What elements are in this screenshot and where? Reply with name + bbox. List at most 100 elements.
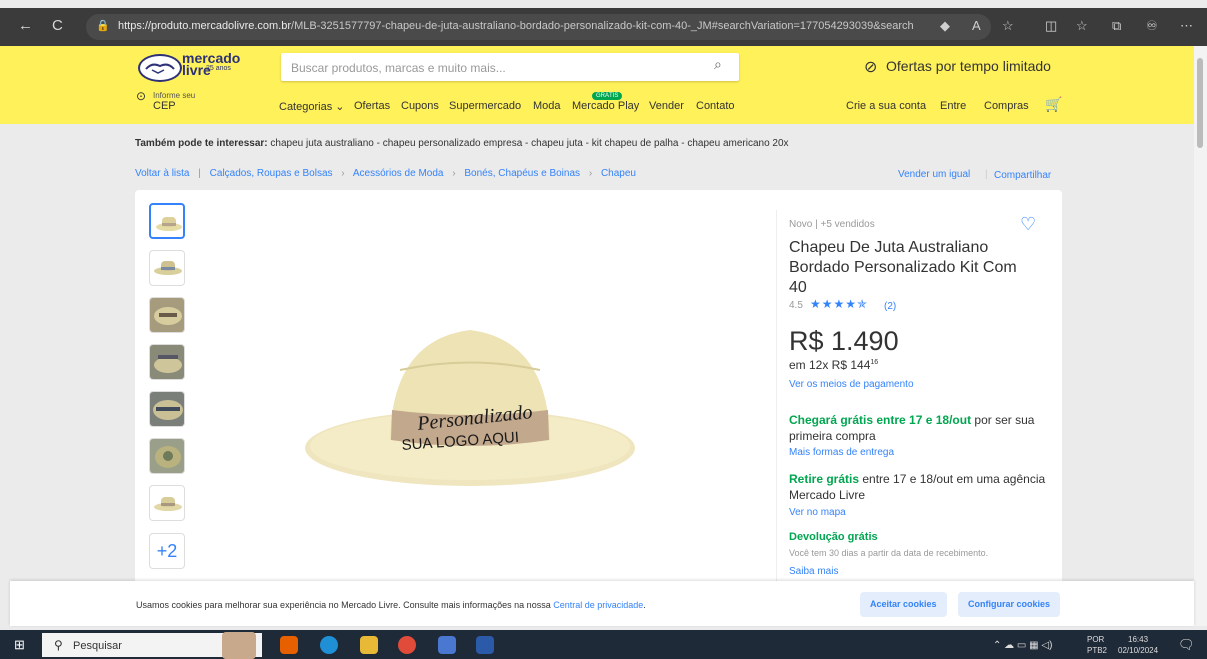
favorite-star-icon[interactable]: ☆ [1002, 18, 1014, 34]
edge-icon[interactable] [320, 636, 338, 654]
free-return-title: Devolução grátis [789, 531, 878, 543]
language-indicator[interactable]: POR PTB2 [1087, 634, 1107, 656]
also-interest: Também pode te interessar: chapeu juta a… [135, 138, 789, 149]
logo-anniversary: 25 anos [206, 65, 231, 72]
thumbnail[interactable] [149, 250, 185, 286]
free-return-text: Você tem 30 dias a partir da data de rec… [789, 548, 989, 558]
app-icon[interactable] [438, 636, 456, 654]
cookie-period: . [643, 600, 646, 610]
login-link[interactable]: Entre [940, 100, 966, 112]
logo-wordmark[interactable]: mercado livre [182, 51, 240, 77]
rating-stars-icon[interactable]: ★★★★✯ [810, 297, 868, 311]
refresh-icon[interactable]: C [52, 17, 63, 34]
taskbar-search-placeholder: Pesquisar [73, 640, 122, 652]
nav-contato[interactable]: Contato [696, 100, 735, 112]
privacy-center-link[interactable]: Central de privacidade [553, 600, 643, 610]
chrome-icon[interactable] [398, 636, 416, 654]
thumbnail[interactable] [149, 297, 185, 333]
breadcrumb-item[interactable]: Calçados, Roupas e Bolsas [210, 168, 333, 179]
learn-more-link[interactable]: Saiba mais [789, 566, 838, 577]
profile-icon[interactable]: ♾ [1146, 18, 1158, 34]
collections-icon[interactable]: ⧉ [1112, 18, 1121, 34]
search-icon[interactable]: ⌕ [714, 56, 722, 73]
thumbnail[interactable] [149, 203, 185, 239]
nav-moda[interactable]: Moda [533, 100, 561, 112]
extension-icon[interactable]: ◆ [940, 18, 950, 34]
firefox-icon[interactable] [280, 636, 298, 654]
pickup-info: Retire grátis entre 17 e 18/out em uma a… [789, 471, 1049, 503]
breadcrumb-item[interactable]: Acessórios de Moda [353, 168, 444, 179]
thumbnail[interactable] [149, 485, 185, 521]
lang-line2: PTB2 [1087, 646, 1108, 655]
cookie-text: Usamos cookies para melhorar sua experiê… [136, 600, 646, 610]
favorites-icon[interactable]: ☆ [1076, 18, 1088, 34]
divider: | [985, 169, 988, 180]
nav-mercado-play[interactable]: Mercado Play [572, 100, 639, 112]
thumbnail[interactable] [149, 344, 185, 380]
cep-link[interactable]: CEP [153, 100, 176, 112]
chevron-right-icon: › [588, 168, 593, 179]
nav-cupons[interactable]: Cupons [401, 100, 439, 112]
share-link[interactable]: Compartilhar [994, 170, 1051, 181]
nav-supermercado[interactable]: Supermercado [449, 100, 521, 112]
chevron-right-icon: › [341, 168, 345, 179]
handshake-logo-icon[interactable] [138, 54, 182, 82]
breadcrumb: Voltar à lista | Calçados, Roupas e Bols… [135, 168, 636, 179]
see-map-link[interactable]: Ver no mapa [789, 507, 846, 518]
purchases-link[interactable]: Compras [984, 100, 1029, 112]
payment-methods-link[interactable]: Ver os meios de pagamento [789, 379, 914, 390]
nav-categorias[interactable]: Categorias ⌄ [279, 100, 344, 113]
lock-icon[interactable]: 🔒 [96, 19, 110, 32]
windows-start-icon[interactable]: ⊞ [14, 637, 25, 653]
free-badge: GRÁTIS [592, 92, 623, 100]
shipping-free-text: Chegará grátis entre 17 e 18/out [789, 413, 972, 427]
clock[interactable]: 16:43 02/10/2024 [1118, 634, 1158, 656]
nav-vender[interactable]: Vender [649, 100, 684, 112]
lang-line1: POR [1087, 635, 1105, 644]
location-pin-icon: ⊙ [136, 89, 147, 103]
cep-hint[interactable]: Informe seu [153, 91, 195, 100]
breadcrumb-item[interactable]: Bonés, Chapéus e Boinas [464, 168, 580, 179]
thumbnail[interactable] [149, 391, 185, 427]
settings-more-icon[interactable]: ⋯ [1180, 18, 1193, 34]
tag-icon: ⊘ [864, 59, 878, 76]
read-aloud-icon[interactable]: A [972, 18, 981, 33]
chevron-right-icon: › [452, 168, 456, 179]
also-interest-label: Também pode te interessar: [135, 138, 268, 149]
more-images-button[interactable]: +2 [149, 533, 185, 569]
more-shipping-link[interactable]: Mais formas de entrega [789, 447, 894, 458]
word-icon[interactable] [476, 636, 494, 654]
file-explorer-icon[interactable] [360, 636, 378, 654]
heart-icon[interactable]: ♡ [1020, 214, 1036, 235]
back-to-list-link[interactable]: Voltar à lista [135, 168, 189, 179]
search-highlight-icon[interactable] [222, 632, 256, 659]
accept-cookies-button[interactable]: Aceitar cookies [860, 592, 947, 617]
rating-value: 4.5 [789, 300, 803, 311]
system-tray-icons[interactable]: ⌃ ☁ ▭ ▦ ◁) [993, 640, 1052, 651]
scrollbar-thumb[interactable] [1197, 58, 1203, 148]
limited-offers-link[interactable]: Ofertas por tempo limitado [886, 58, 1051, 74]
installment-main: em 12x R$ 144 [789, 358, 871, 372]
create-account-link[interactable]: Crie a sua conta [846, 100, 926, 112]
sell-same-link[interactable]: Vender um igual [898, 169, 970, 180]
url-text[interactable]: https://produto.mercadolivre.com.br/MLB-… [118, 20, 918, 32]
screen: ← C 🔒 https://produto.mercadolivre.com.b… [0, 0, 1207, 659]
product-title: Chapeu De Juta Australiano Bordado Perso… [789, 239, 1017, 296]
product-main-image[interactable]: Personalizado SUA LOGO AQUI [300, 300, 640, 500]
cart-icon[interactable]: 🛒 [1045, 96, 1062, 113]
nav-ofertas[interactable]: Ofertas [354, 100, 390, 112]
back-icon[interactable]: ← [18, 17, 33, 34]
also-interest-links[interactable]: chapeu juta australiano - chapeu persona… [270, 138, 788, 149]
configure-cookies-button[interactable]: Configurar cookies [958, 592, 1061, 617]
shipping-info: Chegará grátis entre 17 e 18/out por ser… [789, 412, 1049, 444]
thumbnail[interactable] [149, 438, 185, 474]
search-placeholder: Buscar produtos, marcas e muito mais... [291, 61, 506, 75]
clock-date: 02/10/2024 [1118, 646, 1159, 655]
rating-count[interactable]: (2) [884, 301, 896, 312]
breadcrumb-item[interactable]: Chapeu [601, 168, 636, 179]
split-screen-icon[interactable]: ◫ [1045, 18, 1057, 34]
breadcrumb-divider: | [198, 168, 201, 179]
url-host: https://produto.mercadolivre.com.br [118, 20, 292, 32]
clock-time: 16:43 [1128, 635, 1149, 644]
notification-icon[interactable]: 🗨 [1178, 637, 1195, 653]
